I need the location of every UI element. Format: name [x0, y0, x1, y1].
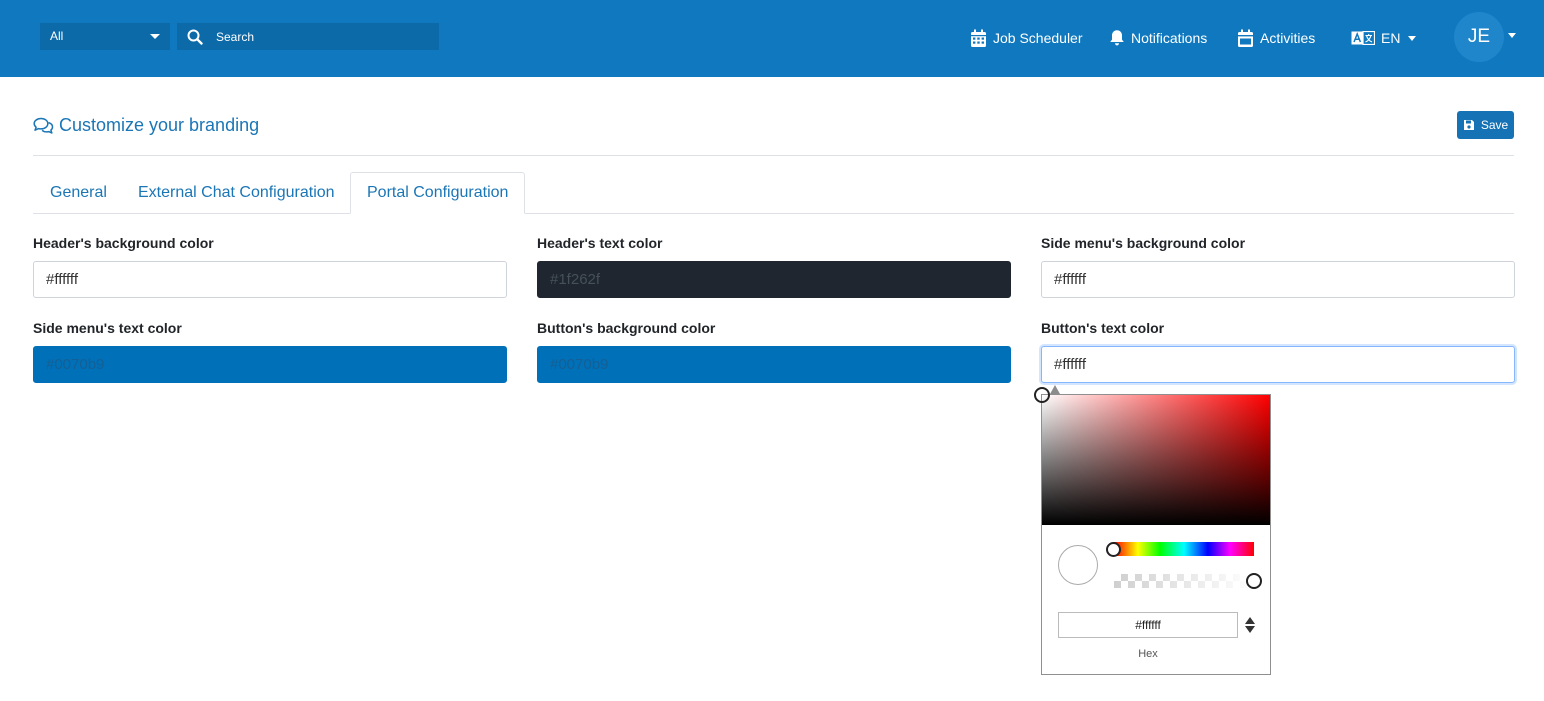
search-scope-value: All	[50, 29, 64, 43]
arrow-down-icon	[1245, 626, 1255, 633]
page-title-text: Customize your branding	[59, 114, 260, 135]
chevron-down-icon	[150, 34, 160, 39]
side-menu-text-color-input[interactable]	[33, 346, 507, 383]
hex-value-input[interactable]	[1058, 612, 1238, 638]
tab-general[interactable]: General	[50, 172, 107, 214]
hue-slider[interactable]	[1114, 542, 1254, 556]
alpha-slider-gradient	[1114, 574, 1254, 588]
saturation-area[interactable]	[1042, 395, 1270, 525]
bell-icon	[1110, 30, 1124, 46]
side-menu-text-color-label: Side menu's text color	[33, 320, 182, 336]
color-picker: Hex	[1034, 387, 1271, 675]
page-title: Customize your branding	[33, 112, 259, 138]
header-divider	[33, 155, 1514, 156]
header-text-color-label: Header's text color	[537, 235, 663, 251]
user-menu-caret-icon[interactable]	[1508, 33, 1516, 38]
top-navbar: All Job Scheduler Notifications	[0, 0, 1544, 77]
language-label: EN	[1381, 30, 1401, 46]
side-menu-bg-color-label: Side menu's background color	[1041, 235, 1246, 251]
header-text-color-input[interactable]	[537, 261, 1011, 298]
tab-portal-configuration[interactable]: Portal Configuration	[350, 172, 526, 214]
header-bg-color-label: Header's background color	[33, 235, 214, 251]
user-avatar[interactable]: JE	[1454, 12, 1504, 62]
alpha-slider-handle[interactable]	[1246, 573, 1262, 589]
nav-activities-label: Activities	[1260, 30, 1316, 46]
save-button[interactable]: Save	[1457, 111, 1514, 139]
search-scope-select[interactable]: All	[40, 23, 170, 50]
tab-external-chat-configuration[interactable]: External Chat Configuration	[138, 172, 335, 214]
language-selector[interactable]: EN	[1351, 26, 1417, 50]
nav-notifications-label: Notifications	[1131, 30, 1208, 46]
color-mode-toggle[interactable]	[1243, 615, 1257, 635]
calendar-check-icon	[1238, 29, 1253, 47]
side-menu-bg-color-input[interactable]	[1041, 261, 1515, 298]
calendar-icon	[971, 29, 986, 47]
color-preview	[1058, 545, 1098, 585]
nav-job-scheduler[interactable]: Job Scheduler	[970, 26, 1083, 50]
avatar-initials: JE	[1467, 26, 1491, 47]
button-bg-color-input[interactable]	[537, 346, 1011, 383]
save-icon	[1463, 120, 1474, 130]
nav-activities[interactable]: Activities	[1237, 26, 1315, 50]
search-icon	[187, 29, 203, 45]
hue-slider-handle[interactable]	[1106, 542, 1121, 557]
color-picker-pointer	[1050, 385, 1060, 394]
button-bg-color-label: Button's background color	[537, 320, 716, 336]
save-button-label: Save	[1480, 118, 1509, 132]
nav-job-scheduler-label: Job Scheduler	[993, 30, 1083, 46]
comments-icon	[33, 117, 54, 134]
search-box	[177, 23, 439, 50]
search-input[interactable]	[207, 23, 432, 50]
arrow-up-icon	[1245, 617, 1255, 624]
button-text-color-input[interactable]	[1041, 346, 1515, 383]
translate-icon	[1351, 31, 1375, 45]
saturation-handle[interactable]	[1034, 387, 1050, 403]
nav-notifications[interactable]: Notifications	[1109, 26, 1207, 50]
header-bg-color-input[interactable]	[33, 261, 507, 298]
hex-mode-label: Hex	[1138, 648, 1158, 660]
chevron-down-icon	[1408, 35, 1417, 41]
button-text-color-label: Button's text color	[1041, 320, 1165, 336]
